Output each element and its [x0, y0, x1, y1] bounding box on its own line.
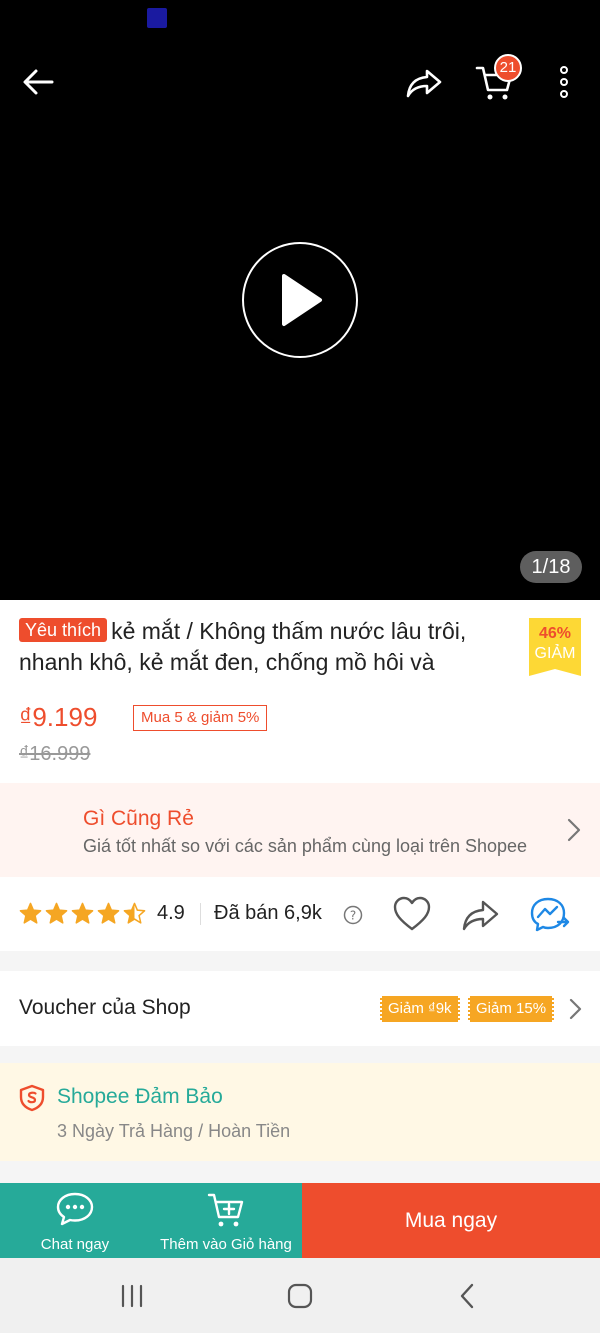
share-icon	[406, 69, 442, 98]
add-to-cart-label: Thêm vào Giỏ hàng	[160, 1236, 292, 1253]
add-cart-icon	[207, 1193, 244, 1227]
cart-count-badge: 21	[494, 54, 522, 82]
product-title-block: Yêu thích kẻ mắt / Không thấm nước lâu tr…	[19, 616, 519, 678]
share-top-button[interactable]	[400, 58, 448, 106]
star-icon	[45, 902, 68, 924]
buy-now-button[interactable]: Mua ngay	[302, 1183, 600, 1258]
back-chevron-icon	[460, 1283, 474, 1309]
star-icon	[97, 902, 120, 924]
rating-row: 4.9 Đã bán 6,9k ?	[0, 877, 600, 951]
star-icon	[123, 902, 146, 924]
nav-home-button[interactable]	[280, 1278, 320, 1314]
back-button[interactable]	[14, 58, 62, 106]
cheap-banner-title: Gì Cũng Rẻ	[83, 807, 194, 830]
help-icon[interactable]: ?	[343, 905, 363, 925]
add-to-cart-button[interactable]: Thêm vào Giỏ hàng	[150, 1183, 302, 1258]
more-vertical-icon	[560, 66, 568, 98]
chat-icon	[56, 1192, 94, 1226]
rating-stars	[19, 902, 146, 925]
voucher-tag: Giảm ₫9k	[380, 996, 460, 1022]
bundle-deal-tag[interactable]: Mua 5 & giảm 5%	[133, 705, 268, 731]
media-page-indicator: 1/18	[520, 551, 582, 583]
back-arrow-icon	[23, 69, 54, 95]
rating-divider	[200, 903, 201, 925]
chat-now-label: Chat ngay	[40, 1236, 110, 1253]
voucher-tag: Giảm 15%	[468, 996, 555, 1022]
more-options-button[interactable]	[540, 58, 588, 106]
current-price: ₫9.199	[19, 702, 98, 732]
svg-text:?: ?	[350, 909, 356, 923]
sold-count: Đã bán 6,9k	[214, 902, 322, 924]
original-price: ₫16.999	[19, 743, 91, 765]
guarantee-title: Shopee Đảm Bảo	[57, 1085, 223, 1108]
discount-flag: 46% GIẢM	[529, 618, 581, 676]
chevron-right-icon	[567, 818, 581, 842]
cheap-banner-subtitle: Giá tốt nhất so với các sản phẩm cùng lo…	[83, 836, 528, 856]
product-media[interactable]: 21 1/18	[0, 0, 600, 600]
product-info: Yêu thích kẻ mắt / Không thấm nước lâu tr…	[0, 600, 600, 783]
nav-back-button[interactable]	[448, 1278, 488, 1314]
status-app-icon	[147, 8, 167, 28]
guarantee-subtitle: 3 Ngày Trả Hàng / Hoàn Tiền	[57, 1121, 291, 1141]
share-icon[interactable]	[460, 895, 500, 933]
home-icon	[287, 1283, 313, 1309]
discount-label: GIẢM	[534, 645, 576, 662]
voucher-title: Voucher của Shop	[19, 996, 191, 1019]
shop-voucher-row[interactable]: Voucher của Shop Giảm ₫9k Giảm 15%	[0, 971, 600, 1046]
shopee-guarantee[interactable]: Shopee Đảm Bảo 3 Ngày Trả Hàng / Hoàn Ti…	[0, 1063, 600, 1161]
shield-icon	[19, 1084, 45, 1112]
cheap-banner[interactable]: Gì Cũng Rẻ Giá tốt nhất so với các sản p…	[0, 783, 600, 877]
bottom-action-bar: Chat ngay Thêm vào Giỏ hàng Mua ngay	[0, 1183, 600, 1258]
play-icon	[282, 274, 322, 326]
rating-value: 4.9	[157, 902, 185, 924]
play-video-button[interactable]	[242, 242, 358, 358]
nav-recents-button[interactable]	[112, 1278, 152, 1314]
heart-icon[interactable]	[392, 895, 432, 933]
chevron-right-icon	[569, 998, 582, 1020]
star-icon	[19, 902, 42, 924]
discount-percent: 46%	[538, 625, 572, 642]
android-nav-bar	[0, 1258, 600, 1333]
messenger-icon[interactable]	[528, 895, 572, 935]
chat-now-button[interactable]: Chat ngay	[0, 1183, 150, 1258]
product-screen: 21 1/18 Yêu thích kẻ mắt / Không thấm nướ…	[0, 0, 600, 1333]
favorite-badge: Yêu thích	[19, 618, 108, 642]
recents-icon	[121, 1284, 143, 1308]
star-icon	[71, 902, 94, 924]
